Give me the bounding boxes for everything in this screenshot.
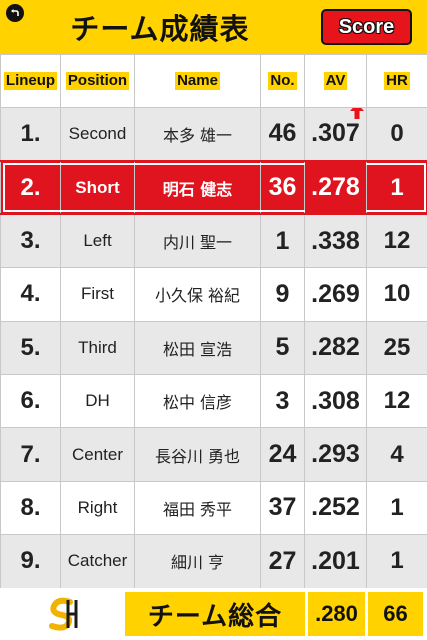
stats-table: Lineup Position Name No. AV HR 1. Second… [0, 54, 427, 589]
player-name-cell: 本多 雄一 [134, 106, 261, 162]
position-cell: Catcher [60, 534, 135, 589]
home-runs-cell: 4 [366, 427, 427, 482]
uniform-number-cell: 9 [260, 267, 305, 322]
trend-up-icon [350, 108, 364, 119]
home-runs-cell: 0 [366, 106, 427, 162]
batting-average-cell: .338 [304, 213, 367, 269]
position-cell: DH [60, 373, 135, 429]
batting-average-value: .307 [311, 119, 360, 148]
lineup-cell: 2. [0, 159, 61, 216]
position-cell: Third [60, 320, 135, 375]
uniform-number-cell: 27 [260, 534, 305, 589]
batting-average-cell: .308 [304, 373, 367, 429]
home-runs-cell: 1 [366, 534, 427, 589]
lineup-cell: 8. [0, 480, 61, 536]
table-row[interactable]: 7. Center 長谷川 勇也 24 .293 4 [0, 427, 427, 482]
team-total-footer: チーム総合 .280 66 [0, 588, 427, 640]
table-row[interactable]: 1. Second 本多 雄一 46 .307 0 [0, 106, 427, 162]
position-cell: First [60, 267, 135, 322]
position-cell: Short [60, 159, 135, 216]
table-row-selected[interactable]: 2. Short 明石 健志 36 .278 1 [0, 159, 427, 216]
table-row[interactable]: 4. First 小久保 裕紀 9 .269 10 [0, 267, 427, 322]
page-title: チーム成績表 [70, 12, 250, 46]
team-logo [49, 597, 78, 631]
player-name-cell: 小久保 裕紀 [134, 267, 261, 322]
table-header-row: Lineup Position Name No. AV HR [0, 54, 427, 108]
team-total-home-runs: 66 [368, 592, 423, 636]
home-runs-cell: 12 [366, 213, 427, 269]
batting-average-cell: .278 [304, 159, 367, 216]
batting-average-cell: .269 [304, 267, 367, 322]
table-row[interactable]: 3. Left 内川 聖一 1 .338 12 [0, 213, 427, 269]
column-header-name: Name [134, 54, 261, 108]
batting-average-cell: .201 [304, 534, 367, 589]
table-row[interactable]: 6. DH 松中 信彦 3 .308 12 [0, 373, 427, 429]
home-runs-cell: 1 [366, 159, 427, 216]
team-total-average: .280 [308, 592, 365, 636]
table-row[interactable]: 8. Right 福田 秀平 37 .252 1 [0, 480, 427, 536]
header-bar: チーム成績表 Score [0, 0, 427, 54]
position-cell: Second [60, 106, 135, 162]
player-name-cell: 松田 宣浩 [134, 320, 261, 375]
lineup-cell: 4. [0, 267, 61, 322]
column-header-lineup: Lineup [0, 54, 61, 108]
player-name-cell: 長谷川 勇也 [134, 427, 261, 482]
position-cell: Right [60, 480, 135, 536]
uniform-number-cell: 1 [260, 213, 305, 269]
batting-average-cell: .282 [304, 320, 367, 375]
home-runs-cell: 1 [366, 480, 427, 536]
player-name-cell: 福田 秀平 [134, 480, 261, 536]
player-name-cell: 細川 亨 [134, 534, 261, 589]
lineup-cell: 3. [0, 213, 61, 269]
home-runs-cell: 25 [366, 320, 427, 375]
batting-average-cell: .252 [304, 480, 367, 536]
home-runs-cell: 12 [366, 373, 427, 429]
lineup-cell: 5. [0, 320, 61, 375]
lineup-cell: 6. [0, 373, 61, 429]
table-row[interactable]: 9. Catcher 細川 亨 27 .201 1 [0, 534, 427, 589]
batting-average-cell: .293 [304, 427, 367, 482]
player-name-cell: 内川 聖一 [134, 213, 261, 269]
uniform-number-cell: 36 [260, 159, 305, 216]
column-header-hr: HR [366, 54, 427, 108]
position-cell: Left [60, 213, 135, 269]
home-runs-cell: 10 [366, 267, 427, 322]
batting-average-cell: .307 [304, 106, 367, 162]
player-name-cell: 明石 健志 [134, 159, 261, 216]
score-button[interactable]: Score [321, 9, 412, 45]
column-header-no: No. [260, 54, 305, 108]
player-name-cell: 松中 信彦 [134, 373, 261, 429]
position-cell: Center [60, 427, 135, 482]
team-total-label: チーム総合 [125, 592, 305, 636]
table-row[interactable]: 5. Third 松田 宣浩 5 .282 25 [0, 320, 427, 375]
uniform-number-cell: 3 [260, 373, 305, 429]
lineup-cell: 1. [0, 106, 61, 162]
lineup-cell: 7. [0, 427, 61, 482]
uniform-number-cell: 37 [260, 480, 305, 536]
uniform-number-cell: 46 [260, 106, 305, 162]
lineup-cell: 9. [0, 534, 61, 589]
column-header-av: AV [304, 54, 367, 108]
uniform-number-cell: 24 [260, 427, 305, 482]
column-header-position: Position [60, 54, 135, 108]
uniform-number-cell: 5 [260, 320, 305, 375]
